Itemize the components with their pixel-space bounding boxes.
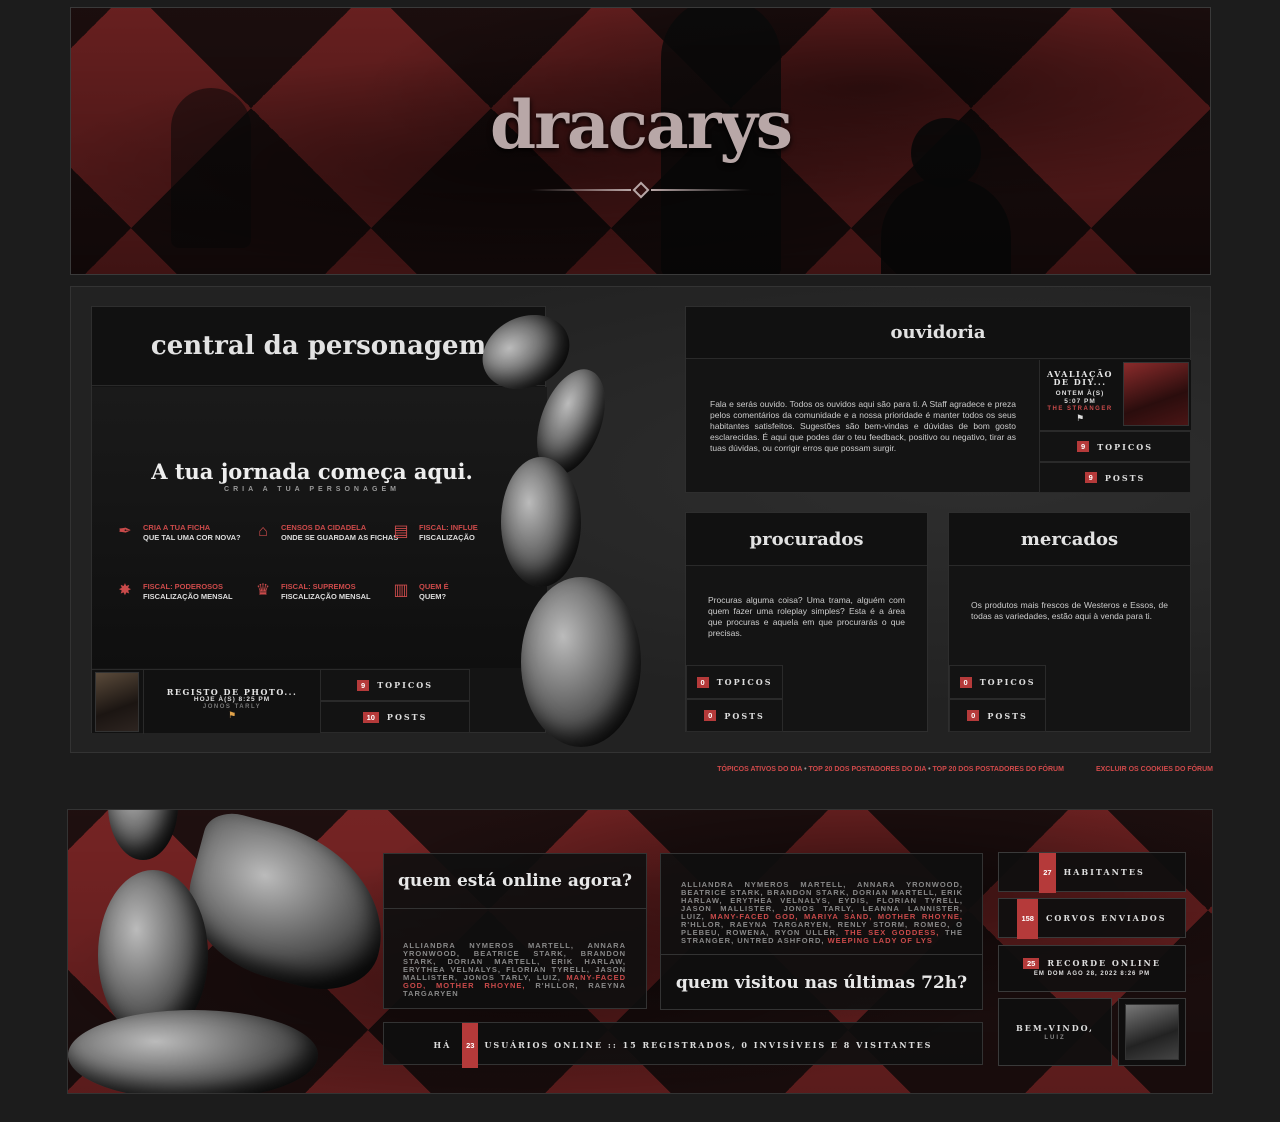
ravens-count: 158 [1017, 899, 1038, 939]
ouvidoria-panel: ouvidoria Fala e serás ouvido. Todos os … [685, 306, 1191, 493]
top20-forum-link[interactable]: TOP 20 DOS POSTADORES DO FÓRUM [932, 766, 1063, 773]
posts-count: 0 [967, 710, 980, 721]
link-subtitle: FISCALIZAÇÃO MENSAL [143, 592, 233, 601]
online-now-panel: quem está online agora? ALLIANDRA NYMERO… [383, 853, 647, 1009]
dragon-sculpture-image [441, 287, 701, 754]
mercados-panel: mercados Os produtos mais frescos de Wes… [948, 512, 1191, 732]
active-topics-link[interactable]: TÓPICOS ATIVOS DO DIA [717, 766, 802, 773]
top20-day-link[interactable]: TOP 20 DOS POSTADORES DO DIA [809, 766, 927, 773]
forum-footer-links: TÓPICOS ATIVOS DO DIA • TOP 20 DOS POSTA… [717, 766, 1213, 773]
ravens-label: CORVOS ENVIADOS [1045, 913, 1167, 923]
posts-label: POSTS [386, 712, 428, 722]
posts-label: POSTS [987, 710, 1028, 721]
posts-count: 10 [362, 711, 379, 723]
dragon-wing-shape [171, 810, 405, 1004]
topics-count: 0 [959, 676, 972, 688]
title-ornament [531, 181, 751, 199]
online-users-list: ALLIANDRA NYMEROS MARTELL, ANNARA YRONWO… [403, 942, 626, 998]
topics-label: TOPICOS [1097, 441, 1153, 452]
mercados-description: Os produtos mais frescos de Westeros e E… [971, 600, 1168, 621]
delete-cookies-link[interactable]: EXCLUIR OS COOKIES DO FÓRUM [1096, 766, 1213, 773]
ouvidoria-last-post: AVALIAÇÃO DE DIY... ONTEM À(S) 5:07 PM T… [1039, 360, 1191, 431]
ornament-diamond-icon [632, 181, 650, 199]
link-title: CRIA A TUA FICHA [143, 523, 211, 532]
link-title: FISCAL: PODEROSOS [143, 582, 224, 591]
visited-72h-panel: ALLIANDRA NYMEROS MARTELL, ANNARA YRONWO… [660, 853, 983, 1010]
topics-label: TOPICOS [377, 680, 433, 690]
site-title[interactable]: dracarys [71, 86, 1210, 164]
visited-72h-title: quem visitou nas últimas 72h? [661, 954, 982, 1010]
building-icon: ⌂ [258, 523, 268, 540]
user-avatar[interactable] [1125, 1004, 1179, 1060]
topics-label: TOPICOS [979, 677, 1036, 687]
winged-dragon-image [68, 810, 405, 1093]
header-banner: dracarys [70, 7, 1211, 275]
last-post-title-line2[interactable]: DE DIY... [1040, 377, 1120, 387]
last-post-date-line2: 5:07 PM [1064, 398, 1096, 405]
quill-icon: ✒ [118, 523, 132, 540]
go-to-post-icon[interactable]: ⚑ [144, 710, 320, 721]
online-now-title: quem está online agora? [384, 854, 646, 909]
central-last-post: REGISTO DE PHOTO... HOJE À(S) 8:25 PM JO… [92, 669, 320, 734]
user-avatar-box[interactable] [1118, 998, 1186, 1066]
welcome-box: BEM-VINDO, LUIZ [998, 998, 1112, 1066]
mercados-topics-stat: 0 TOPICOS [949, 665, 1046, 699]
topics-count: 9 [1077, 441, 1090, 452]
inhabitants-stat: 27 HABITANTES [998, 852, 1186, 893]
users-suffix: USUÁRIOS ONLINE :: 15 REGISTRADOS, 0 INV… [484, 1040, 933, 1050]
ouvidoria-description: Fala e serás ouvido. Todos os ouvidos aq… [710, 399, 1016, 453]
scroll-icon: ▤ [393, 523, 409, 540]
dragon-base-shape [68, 1010, 318, 1093]
record-label: RECORDE ONLINE [1047, 958, 1161, 968]
posts-label: POSTS [724, 710, 765, 721]
topics-count: 9 [357, 679, 370, 691]
link-subtitle: FISCALIZAÇÃO MENSAL [281, 592, 371, 601]
last-post-date: HOJE À(S) 8:25 PM [193, 696, 271, 703]
ouvidoria-posts-stat: 9 POSTS [1039, 462, 1191, 493]
last-post-user[interactable]: THE STRANGER [1040, 406, 1120, 412]
link-title: FISCAL: SUPREMOS [281, 582, 356, 591]
visited-users-list: ALLIANDRA NYMEROS MARTELL, ANNARA YRONWO… [681, 881, 963, 945]
ornament-line-left [531, 189, 631, 191]
inhabitants-count: 27 [1039, 853, 1056, 893]
inhabitants-label: HABITANTES [1063, 867, 1145, 877]
last-post-avatar[interactable] [95, 672, 139, 732]
users-online-bar: HÁ 23 USUÁRIOS ONLINE :: 15 REGISTRADOS, … [383, 1022, 983, 1068]
procurados-description: Procuras alguma coisa? Uma trama, alguém… [708, 595, 905, 638]
online-section: quem está online agora? ALLIANDRA NYMERO… [67, 809, 1213, 1094]
compass-star-icon: ✸ [118, 582, 132, 599]
ouvidoria-title[interactable]: ouvidoria [686, 307, 1190, 359]
last-post-avatar[interactable] [1123, 362, 1189, 426]
welcome-user[interactable]: LUIZ [999, 1035, 1111, 1041]
visited-names-staff3[interactable]: WEEPING LADY OF LYS [828, 936, 933, 945]
procurados-panel: procurados Procuras alguma coisa? Uma tr… [685, 512, 928, 732]
record-date: EM DOM AGO 28, 2022 8:26 PM [1033, 971, 1151, 977]
users-count: 23 [462, 1023, 479, 1068]
posts-count: 9 [1084, 472, 1097, 483]
welcome-text: BEM-VINDO, [1016, 1023, 1094, 1033]
ornament-line-right [651, 189, 751, 191]
dragon-tail-shape [521, 577, 641, 747]
dragon-body-shape [501, 457, 581, 587]
dragon-head-shape [108, 810, 178, 860]
record-count: 25 [1023, 958, 1040, 969]
posts-label: POSTS [1104, 472, 1146, 483]
crown-icon: ♛ [255, 582, 271, 599]
posts-count: 0 [704, 710, 717, 721]
topics-label: TOPICOS [716, 677, 773, 687]
last-post-date-line1: ONTEM À(S) [1055, 390, 1105, 397]
ouvidoria-topics-stat: 9 TOPICOS [1039, 431, 1191, 462]
mercados-posts-stat: 0 POSTS [949, 699, 1046, 732]
record-online-stat: 25 RECORDE ONLINE EM DOM AGO 28, 2022 8:2… [998, 945, 1186, 992]
procurados-title[interactable]: procurados [686, 513, 927, 566]
mercados-title[interactable]: mercados [949, 513, 1190, 566]
go-to-post-icon[interactable]: ⚑ [1040, 413, 1120, 424]
ravens-stat: 158 CORVOS ENVIADOS [998, 898, 1186, 939]
users-prefix: HÁ [433, 1040, 452, 1050]
link-subtitle: ONDE SE GUARDAM AS FICHAS [281, 533, 399, 542]
link-title: CENSOS DA CIDADELA [281, 523, 367, 532]
link-subtitle: QUE TAL UMA COR NOVA? [143, 533, 241, 542]
main-category: central da personagem A tua jornada come… [70, 286, 1211, 753]
books-icon: ▥ [393, 582, 409, 599]
